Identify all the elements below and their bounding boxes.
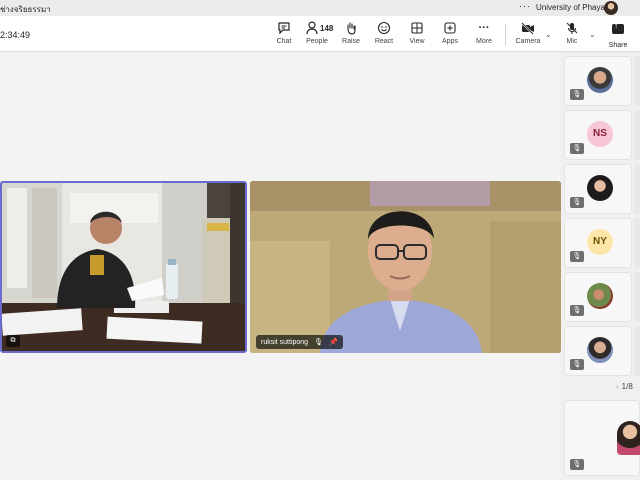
toolbar-divider [505,24,506,46]
more-button[interactable]: ··· More [467,21,501,45]
gallery-tile[interactable]: 🎙 [564,56,632,106]
participant-avatar [587,337,613,363]
camera-options-chevron-icon[interactable]: ⌄ [545,30,552,39]
self-view-tile[interactable]: 🎙 [564,400,640,476]
grid-view-icon [400,21,434,37]
apps-button[interactable]: Apps [433,21,467,45]
title-bar: ช่างจริยธรรมา ··· University of Phayao [0,0,640,16]
screen-share-indicator-icon: ⧉ [6,335,20,347]
gallery-tile-edge [634,326,640,376]
raise-hand-button[interactable]: Raise [334,21,368,45]
meeting-timer: 2:34:49 [0,30,31,40]
account-avatar[interactable] [604,1,618,15]
mic-muted-icon: 🎙 [570,89,584,100]
mic-muted-icon: 🎙 [570,251,584,262]
mic-muted-icon: 🎙 [314,339,323,346]
share-button[interactable]: Share [600,21,636,49]
participant-avatar [587,67,613,93]
people-count: 148 [320,24,334,33]
mic-muted-icon: 🎙 [570,459,584,470]
page-indicator: 1/8 [621,382,633,391]
meeting-toolbar: 2:34:49 Chat 148 People Raise React View [0,16,640,52]
previous-page-chevron-icon[interactable]: ‹ [616,382,619,391]
react-button[interactable]: React [367,21,401,45]
gallery-tile[interactable]: 🎙 [564,164,632,214]
mic-button[interactable]: Mic [555,21,589,45]
mic-muted-icon: 🎙 [570,143,584,154]
gallery-tile-edge [634,110,640,160]
speaker-video-feed [250,181,561,353]
gallery-tile-edge [634,56,640,106]
participant-initials: NY [587,229,613,255]
gallery-pager: ‹ 1/8 [616,382,633,391]
chat-button[interactable]: Chat [267,21,301,45]
camera-button[interactable]: Camera [511,21,545,45]
meeting-title: ช่างจริยธรรมา [0,5,51,14]
participant-avatar [587,283,613,309]
gallery-tile[interactable]: 🎙 [564,272,632,322]
view-button[interactable]: View [400,21,434,45]
mic-muted-icon: 🎙 [570,197,584,208]
mic-off-icon [555,21,589,37]
participant-name-tag: ruksit suttipong 🎙 📌 [256,335,343,349]
chat-icon [267,21,301,37]
participant-name: ruksit suttipong [261,338,309,346]
gallery-tile-edge [634,272,640,322]
more-options-button[interactable]: ··· [519,1,531,11]
gallery-tile[interactable]: NY 🎙 [564,218,632,268]
organization-name: University of Phayao [536,3,610,12]
participant-initials: NS [587,121,613,147]
people-button[interactable]: 148 People [300,21,334,45]
mic-muted-icon: 🎙 [570,359,584,370]
mic-options-chevron-icon[interactable]: ⌄ [589,30,596,39]
ellipsis-icon: ··· [478,22,490,34]
smiley-icon [367,21,401,37]
gallery-tile-edge [634,218,640,268]
mic-muted-icon: 🎙 [570,305,584,316]
video-tile-room[interactable]: ⧉ [0,181,247,353]
hand-icon [334,21,368,37]
camera-off-icon [511,21,545,37]
share-screen-icon [612,21,624,34]
gallery-tile[interactable]: NS 🎙 [564,110,632,160]
room-video-feed [2,183,245,351]
gallery-tile[interactable]: 🎙 [564,326,632,376]
add-apps-icon [433,21,467,37]
video-tile-speaker[interactable]: ruksit suttipong 🎙 📌 [250,181,561,353]
gallery-tile-edge [634,164,640,214]
self-avatar [617,421,640,455]
participant-avatar [587,175,613,201]
pin-icon[interactable]: 📌 [329,338,338,346]
